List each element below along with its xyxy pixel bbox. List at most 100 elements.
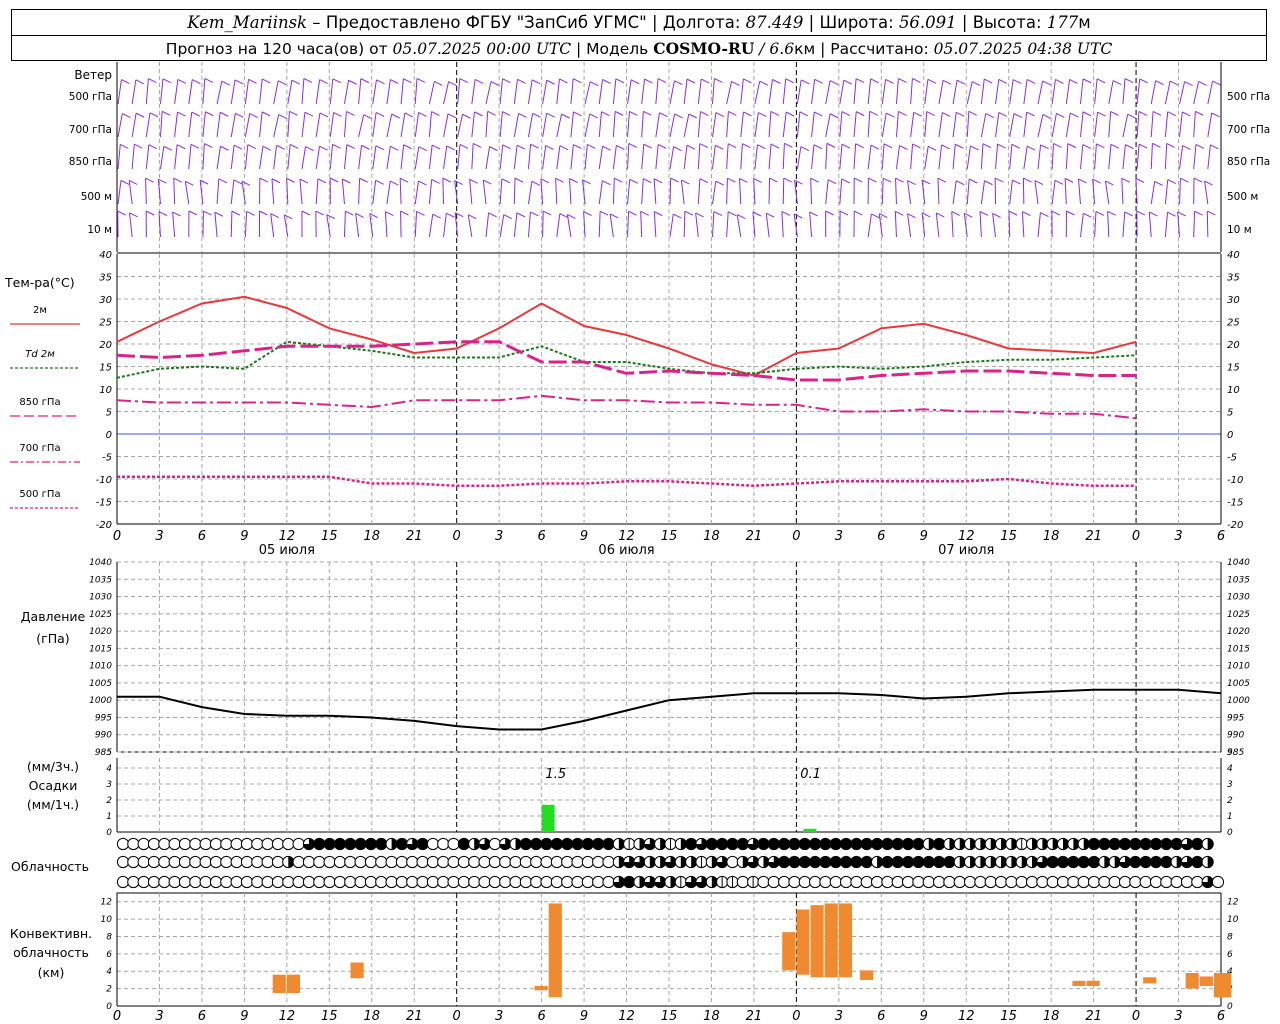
wind-barb-flag <box>516 212 526 218</box>
cloud-cover-symbol <box>757 855 770 869</box>
cloud-cover-symbol <box>994 875 1008 889</box>
cloud-circle <box>282 837 295 851</box>
wind-barb-shaft <box>188 79 193 105</box>
wind-barb-flag <box>262 145 272 151</box>
convective-cloud-bar <box>796 909 810 975</box>
precip-tick-left: 4 <box>106 764 112 774</box>
wind-barb-shaft <box>811 144 815 170</box>
wind-barb-shaft <box>1179 178 1181 205</box>
cloud-cover-symbol <box>1160 875 1173 889</box>
wind-barb-shaft <box>145 178 147 205</box>
wind-barb-shaft <box>159 111 163 138</box>
wind-barb-flag <box>1013 113 1023 118</box>
wind-barb-flag <box>270 213 279 218</box>
wind-barb-flag <box>1022 211 1031 216</box>
cloud-cover-symbol <box>623 855 636 869</box>
cloud-circle <box>840 875 853 889</box>
cloud-circle <box>158 837 171 851</box>
cloud-cover-symbol <box>974 875 987 889</box>
cloud-cover-symbol <box>685 875 698 889</box>
wind-barb-shaft <box>315 178 319 205</box>
wind-barb-shaft <box>1150 111 1154 138</box>
cloud-cover-symbol <box>468 837 481 851</box>
wind-barb-shaft <box>372 112 377 138</box>
wind-barb-shaft <box>1150 80 1157 105</box>
wind-barb-shaft <box>570 78 574 105</box>
wind-barb-shaft <box>184 181 190 205</box>
temp-tick-left: 30 <box>99 295 112 306</box>
cloud-fill-full <box>334 838 346 850</box>
cloud-cover-symbol <box>932 875 946 889</box>
wind-barb-flag <box>998 111 1008 117</box>
wind-barb-flag <box>431 111 440 116</box>
wind-barb-flag <box>810 177 819 183</box>
wind-barb-shaft <box>825 179 829 205</box>
hour-tick-label-bottom: 12 <box>618 1009 635 1024</box>
wind-barb-flag <box>289 144 299 149</box>
wind-barb-flag <box>233 144 243 150</box>
wind-barb-shaft <box>726 81 733 105</box>
cloud-cover-symbol <box>437 855 450 869</box>
cloud-cover-symbol <box>313 855 326 869</box>
wind-barb-shaft <box>315 79 321 105</box>
cloud-cover-symbol <box>1211 875 1225 889</box>
wind-barb-shaft <box>358 145 363 170</box>
wind-barb-flag <box>799 111 809 117</box>
wind-barb-shaft <box>1121 178 1124 205</box>
cloud-cover-symbol <box>550 837 563 851</box>
wind-barb-flag <box>1026 111 1035 117</box>
cloud-cover-symbol <box>1201 837 1214 851</box>
hour-tick-label: 0 <box>453 529 461 544</box>
wind-barb-flag <box>418 112 427 117</box>
cloud-cover-symbol <box>178 837 192 851</box>
cloud-circle <box>240 875 254 889</box>
cloud-cover-symbol <box>788 875 801 889</box>
cloud-circle <box>364 855 378 869</box>
wind-barb-flag <box>998 78 1008 84</box>
temp-tick-right: 40 <box>1227 250 1240 261</box>
wind-barb-shaft <box>1051 113 1057 138</box>
wind-barb-flag <box>188 210 198 216</box>
pressure-tick-left: 1035 <box>89 575 112 585</box>
wind-barb-flag <box>640 210 649 216</box>
wind-barb-flag <box>956 79 966 85</box>
pressure-tick-right: 1005 <box>1227 679 1250 689</box>
cloud-fill-full <box>344 838 356 850</box>
cloud-cover-symbol <box>137 855 150 869</box>
wind-barb-flag <box>162 78 172 84</box>
wind-barb-flag <box>715 112 725 118</box>
wind-barb-shaft <box>386 114 393 138</box>
wind-barb-flag <box>856 111 865 117</box>
cloud-cover-symbol <box>478 875 491 889</box>
cloud-fill-full <box>623 876 635 888</box>
cloud-circle <box>313 875 326 889</box>
wind-barb-shaft <box>570 111 574 138</box>
cloud-fill-full <box>819 856 832 868</box>
wind-barb-flag <box>701 78 710 84</box>
wind-barb-flag <box>404 112 414 118</box>
wind-barb-shaft <box>881 178 884 205</box>
cloud-cover-symbol <box>116 855 130 869</box>
wind-level-label-right: 700 гПа <box>1227 124 1270 136</box>
cloud-cover-symbol <box>922 855 935 869</box>
cloud-circle <box>809 875 822 889</box>
wind-barb-shaft <box>895 178 897 205</box>
cloud-cover-symbol <box>1191 855 1204 869</box>
wind-barb-shaft <box>270 213 275 238</box>
wind-barb-shaft <box>641 78 646 105</box>
wind-barb-shaft <box>894 211 897 238</box>
wind-barb-shaft <box>570 144 574 170</box>
wind-barb-shaft <box>1164 212 1169 238</box>
hour-tick-label-bottom: 6 <box>1217 1009 1225 1024</box>
wind-barb-flag <box>403 78 412 84</box>
wind-barb-flag <box>218 178 228 184</box>
cloud-circle <box>302 855 316 869</box>
wind-barb-flag <box>190 143 200 149</box>
cloud-circle <box>1180 875 1194 889</box>
cloud-cover-symbol <box>519 875 532 889</box>
wind-barb-flag <box>446 145 455 151</box>
wind-barb-shaft <box>1150 143 1153 170</box>
wind-barb-shaft <box>358 78 362 105</box>
cloud-fill-full <box>1109 838 1121 850</box>
wind-barb-shaft <box>566 214 572 238</box>
